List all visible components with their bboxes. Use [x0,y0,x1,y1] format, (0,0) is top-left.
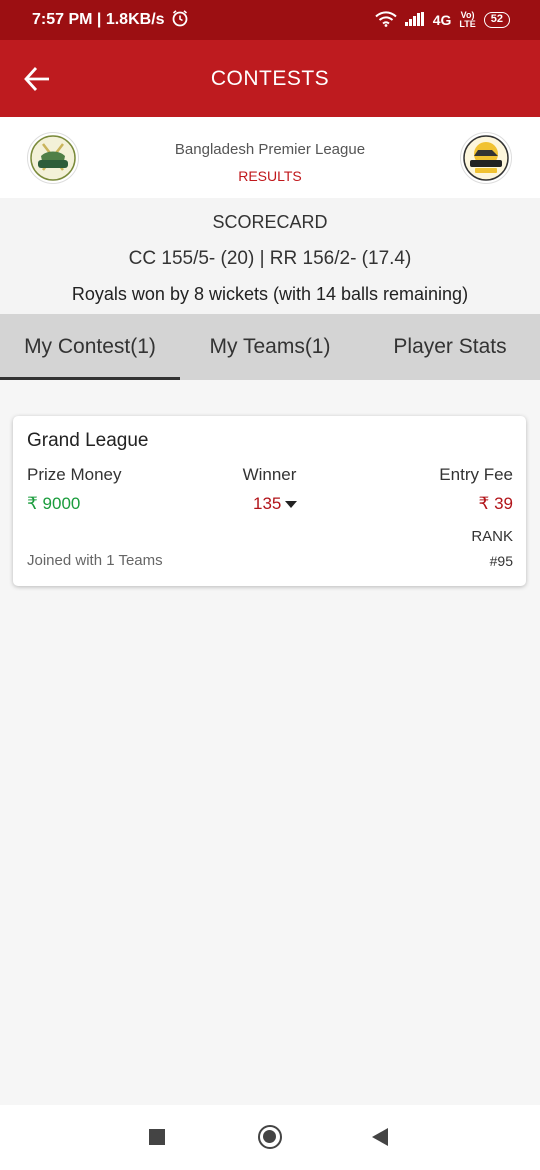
joined-teams-text: Joined with 1 Teams [27,552,163,569]
tab-bar: My Contest(1) My Teams(1) Player Stats [0,314,540,380]
winner-value: 135 [253,494,282,513]
scorecard-title: SCORECARD [212,212,328,232]
network-type: 4G [432,12,452,28]
back-triangle-icon[interactable] [372,1128,388,1146]
match-header: Bangladesh Premier League RESULTS [0,117,540,198]
winner-dropdown[interactable]: 135 [253,494,298,514]
prize-money-value: ₹ 9000 [27,494,81,513]
team-logo-right [460,132,512,184]
status-bar: 7:57 PM | 1.8KB/s 4G Vo) LTE 52 [0,0,540,40]
alarm-icon [171,9,189,32]
caret-down-icon [285,494,298,514]
entry-fee-value: ₹ 39 [478,494,513,513]
page-title: CONTESTS [210,66,330,90]
home-icon[interactable] [258,1125,282,1149]
match-status: RESULTS [238,168,302,184]
app-bar: CONTESTS [0,40,540,117]
wifi-icon [375,10,397,30]
entry-fee-label: Entry Fee [439,465,513,484]
rank-label: RANK [471,528,513,545]
battery-icon: 52 [483,12,510,28]
tab-my-teams[interactable]: My Teams(1) [180,314,360,380]
signal-icon [404,11,425,29]
recents-icon[interactable] [149,1129,165,1145]
rank-value: #95 [489,553,513,569]
volte-indicator: Vo) LTE [459,10,476,29]
status-time: 7:57 PM | 1.8KB/s [32,11,165,28]
system-nav-bar [0,1105,540,1170]
scorecard: SCORECARD CC 155/5- (20) | RR 156/2- (17… [0,198,540,314]
scorecard-result: Royals won by 8 wickets (with 14 balls r… [71,284,469,304]
contest-name: Grand League [27,430,149,451]
tab-player-stats[interactable]: Player Stats [360,314,540,380]
scorecard-score: CC 155/5- (20) | RR 156/2- (17.4) [128,248,412,269]
tab-my-contest[interactable]: My Contest(1) [0,314,180,380]
league-name: Bangladesh Premier League [174,141,366,158]
contest-card[interactable]: Grand League Prize Money Winner Entry Fe… [13,416,526,586]
arrow-left-icon[interactable] [22,64,54,94]
